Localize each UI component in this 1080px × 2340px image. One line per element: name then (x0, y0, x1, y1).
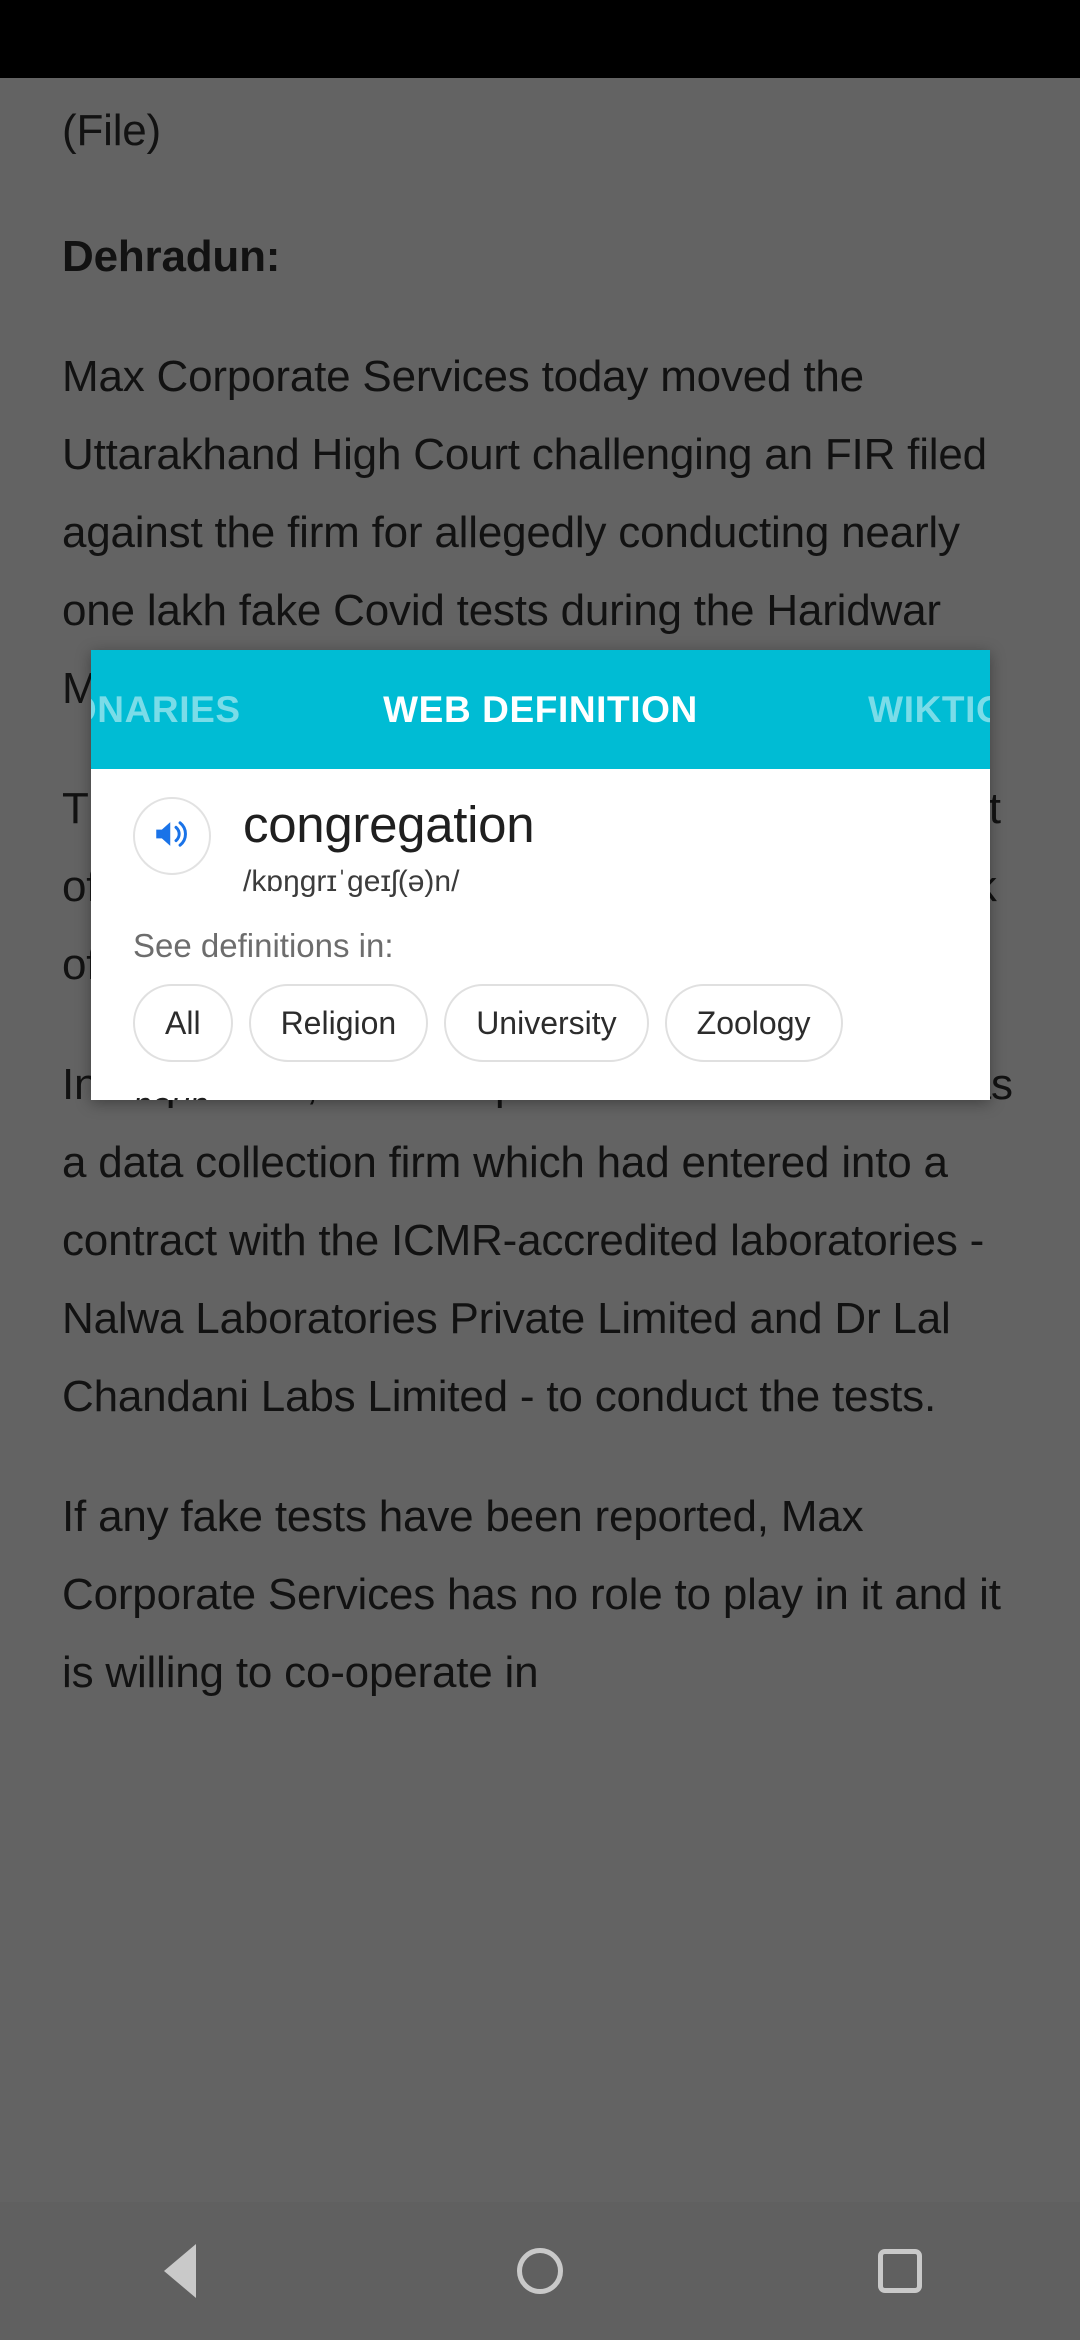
back-icon (164, 2244, 196, 2298)
headword-block: congregation /kɒŋɡrɪˈɡeɪʃ(ə)n/ (243, 793, 535, 905)
see-definitions-label: See definitions in: (133, 927, 394, 964)
tab-wiktionary[interactable]: WIKTIONA (868, 650, 990, 769)
category-chip-religion[interactable]: Religion (248, 984, 429, 1062)
dictionary-source-tabs[interactable]: IONARIES WEB DEFINITION WIKTIONA (91, 650, 990, 769)
home-icon (517, 2248, 563, 2294)
device-screen: (File) Dehradun: Max Corporate Services … (0, 0, 1080, 2340)
android-navigation-bar[interactable] (0, 2202, 1080, 2340)
speaker-icon (151, 813, 193, 860)
nav-recents-button[interactable] (840, 2211, 960, 2331)
web-definition-dialog[interactable]: IONARIES WEB DEFINITION WIKTIONA congre (91, 650, 990, 1100)
article-page-scrim[interactable]: (File) Dehradun: Max Corporate Services … (0, 78, 1080, 2202)
article-paragraph: (File) (62, 106, 162, 155)
category-chip-all[interactable]: All (133, 984, 233, 1062)
definition-body: congregation /kɒŋɡrɪˈɡeɪʃ(ə)n/ See defin… (91, 769, 990, 1100)
headword-row: congregation /kɒŋɡrɪˈɡeɪʃ(ə)n/ (133, 793, 948, 905)
article-paragraph: If any fake tests have been reported, Ma… (62, 1492, 1001, 1697)
part-of-speech-label: noun (133, 1086, 948, 1100)
category-chip-row[interactable]: All Religion University Zoology (133, 984, 948, 1062)
category-chip-zoology[interactable]: Zoology (664, 984, 843, 1062)
headword-text: congregation (243, 796, 535, 853)
nav-back-button[interactable] (120, 2211, 240, 2331)
pronounce-button[interactable] (133, 797, 211, 875)
tab-web-definition[interactable]: WEB DEFINITION (91, 650, 990, 769)
recents-icon (878, 2249, 922, 2293)
phonetic-transcription: /kɒŋɡrɪˈɡeɪʃ(ə)n/ (243, 865, 460, 898)
article-dateline: Dehradun: (62, 232, 281, 281)
article-paragraph: In its petition, Max Corporate Services … (62, 1060, 1013, 1421)
status-bar (0, 0, 1080, 78)
nav-home-button[interactable] (480, 2211, 600, 2331)
category-chip-university[interactable]: University (444, 984, 649, 1062)
